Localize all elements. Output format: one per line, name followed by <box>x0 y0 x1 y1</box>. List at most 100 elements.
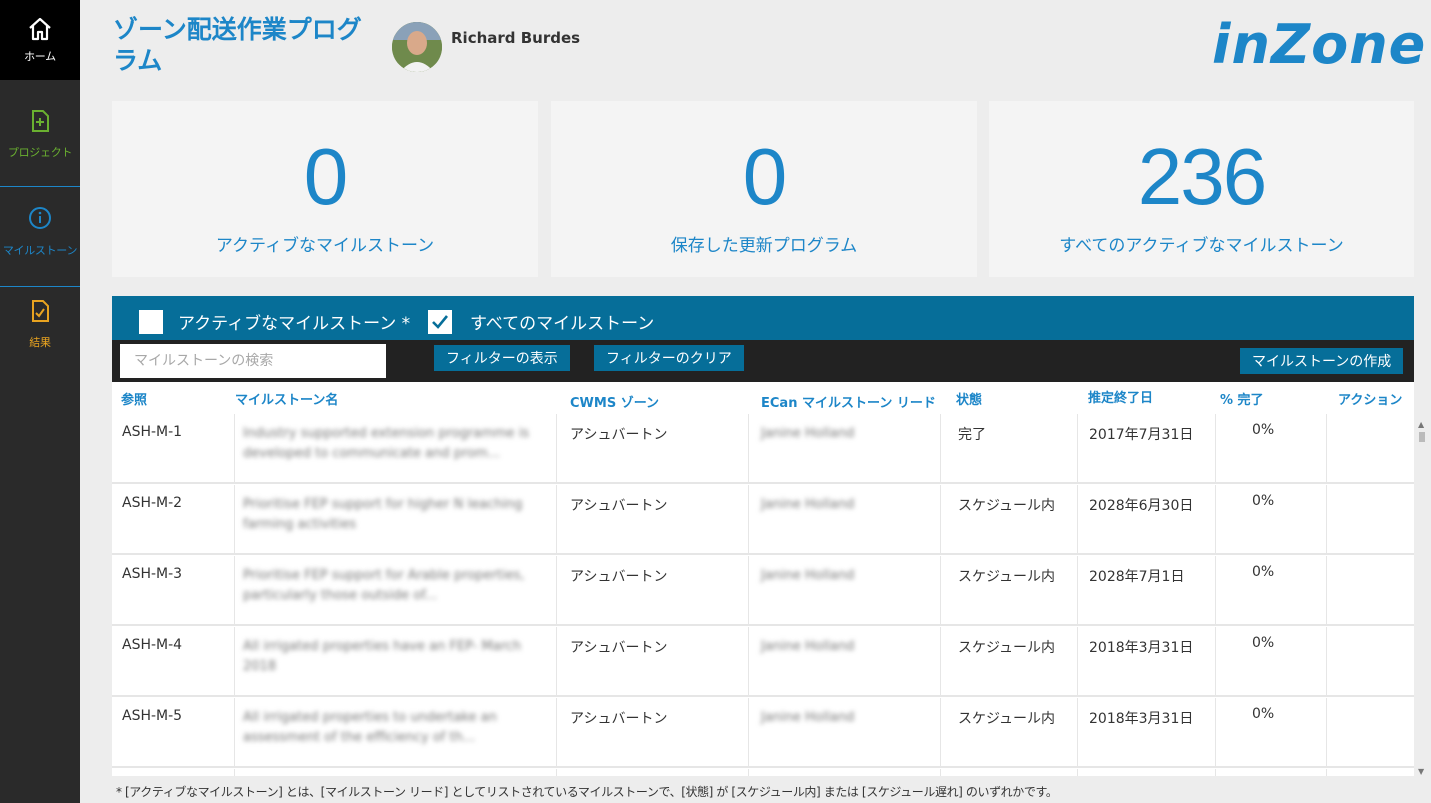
page-title: ゾーン配送作業プログラム <box>113 15 362 75</box>
nav-home-label: ホーム <box>24 50 56 63</box>
milestone-table: ASH-M-1 Industry supported extension pro… <box>112 414 1414 776</box>
cell-percent: 0% <box>1215 556 1326 624</box>
cell-ref: ASH-M-4 <box>122 637 183 653</box>
cell-end-date: 2028年7月1日 <box>1077 556 1215 624</box>
nav-milestone[interactable]: マイルストーン <box>0 188 80 284</box>
scroll-up-arrow-icon[interactable]: ▲ <box>1418 420 1424 429</box>
nav-result[interactable]: 結果 <box>0 288 80 384</box>
col-end-date[interactable]: 推定終了日 <box>1088 387 1153 406</box>
clear-filters-button[interactable]: フィルターのクリア <box>594 345 744 371</box>
cell-end-date: 2018年3月31日 <box>1077 627 1215 695</box>
nav-project-label: プロジェクト <box>7 146 73 159</box>
nav-divider <box>0 186 80 187</box>
table-row[interactable]: ASH-M-5 All irrigated properties to unde… <box>112 698 1414 768</box>
home-icon <box>29 17 51 41</box>
col-actions[interactable]: アクション <box>1338 389 1402 408</box>
col-ref[interactable]: 参照 <box>121 389 147 408</box>
table-row[interactable]: ASH-M-4 All irrigated properties have an… <box>112 627 1414 697</box>
inzone-logo: inZone <box>1212 13 1427 76</box>
all-milestones-label: すべてのマイルストーン <box>470 314 655 334</box>
table-row[interactable]: ASH-M-3 Prioritise FEP support for Arabl… <box>112 556 1414 626</box>
cell-end-date <box>1077 769 1215 776</box>
cell-lead: Janine Holland <box>761 497 855 512</box>
col-ecan-lead[interactable]: ECan マイルストーン リード <box>761 392 936 411</box>
table-row[interactable]: ASH-M-1 Industry supported extension pro… <box>112 414 1414 484</box>
cell-status <box>940 769 1077 776</box>
nav-divider <box>0 286 80 287</box>
cell-zone: アシュバートン <box>556 627 748 695</box>
footnote: * [アクティブなマイルストーン] とは、[マイルストーン リード] としてリス… <box>116 785 1058 799</box>
col-percent-complete[interactable]: % 完了 <box>1220 389 1264 408</box>
cell-actions <box>1326 769 1414 776</box>
avatar[interactable] <box>392 22 442 72</box>
all-milestones-checkbox[interactable] <box>428 310 452 334</box>
stat-all-active-milestones[interactable]: 236 すべてのアクティブなマイルストーン <box>989 101 1414 277</box>
table-scrollbar[interactable]: ▲ ▼ <box>1416 414 1428 776</box>
cell-lead: Janine Holland <box>761 426 855 441</box>
cell-milestone-name: Prioritise FEP support for higher N leac… <box>243 497 523 532</box>
cell-zone: アシュバートン <box>556 485 748 553</box>
cell-zone: アシュバートン <box>556 698 748 766</box>
col-milestone-name[interactable]: マイルストーン名 <box>235 389 338 408</box>
cell-milestone-name: Prioritise FEP support for Arable proper… <box>243 568 525 603</box>
cell-actions[interactable] <box>1326 627 1414 695</box>
cell-percent: 0% <box>1215 414 1326 482</box>
table-row[interactable]: ASH-M-2 Prioritise FEP support for highe… <box>112 485 1414 555</box>
col-status[interactable]: 状態 <box>956 389 982 408</box>
cell-percent: 0% <box>1215 627 1326 695</box>
nav-project[interactable]: プロジェクト <box>0 92 80 188</box>
cell-actions[interactable] <box>1326 698 1414 766</box>
scroll-thumb[interactable] <box>1419 432 1425 442</box>
stat-active-milestones[interactable]: 0 アクティブなマイルストーン <box>112 101 538 277</box>
cell-ref: ASH-M-1 <box>122 424 183 440</box>
cell-end-date: 2028年6月30日 <box>1077 485 1215 553</box>
user-photo <box>392 22 442 72</box>
add-file-icon <box>32 110 49 132</box>
checked-file-icon <box>32 300 49 322</box>
cell-ref: ASH-M-3 <box>122 566 183 582</box>
cell-actions[interactable] <box>1326 556 1414 624</box>
cell-milestone-name: Industry supported extension programme i… <box>243 426 530 461</box>
cell-zone: アシュバートン <box>556 414 748 482</box>
cell-lead: Janine Holland <box>761 639 855 654</box>
col-cwms-zone[interactable]: CWMS ゾーン <box>570 392 659 411</box>
table-header: 参照 マイルストーン名 CWMS ゾーン ECan マイルストーン リード 状態… <box>112 382 1414 414</box>
stat-label: アクティブなマイルストーン <box>215 236 435 256</box>
milestone-search-input[interactable] <box>120 344 386 378</box>
cell-zone <box>556 769 748 776</box>
active-milestones-checkbox[interactable] <box>139 310 163 334</box>
nav-result-label: 結果 <box>29 336 51 349</box>
cell-ref: ASH-M-2 <box>122 495 183 511</box>
cell-status: スケジュール内 <box>940 627 1077 695</box>
cell-actions[interactable] <box>1326 485 1414 553</box>
scroll-down-arrow-icon[interactable]: ▼ <box>1418 767 1424 776</box>
cell-percent <box>1215 769 1326 776</box>
cell-status: スケジュール内 <box>940 556 1077 624</box>
cell-status: スケジュール内 <box>940 485 1077 553</box>
cell-percent: 0% <box>1215 485 1326 553</box>
create-milestone-button[interactable]: マイルストーンの作成 <box>1240 348 1404 374</box>
stat-value: 0 <box>742 132 788 221</box>
cell-lead <box>748 769 940 776</box>
show-filters-button[interactable]: フィルターの表示 <box>434 345 570 371</box>
cell-zone: アシュバートン <box>556 556 748 624</box>
nav-home[interactable]: ホーム <box>0 0 80 80</box>
cell-milestone-name <box>234 769 556 776</box>
stat-label: 保存した更新プログラム <box>670 236 858 256</box>
milestone-filter-bar: アクティブなマイルストーン * すべてのマイルストーン <box>112 296 1414 340</box>
sidebar: ホーム プロジェクト マイルストーン 結果 <box>0 0 80 803</box>
nav-milestone-label: マイルストーン <box>2 244 78 257</box>
user-name: Richard Burdes <box>451 29 581 47</box>
active-milestones-label: アクティブなマイルストーン * <box>178 314 411 334</box>
checkmark-icon <box>432 315 449 329</box>
cell-percent: 0% <box>1215 698 1326 766</box>
stat-saved-updates[interactable]: 0 保存した更新プログラム <box>551 101 977 277</box>
cell-status: スケジュール内 <box>940 698 1077 766</box>
stat-value: 236 <box>1137 132 1267 221</box>
cell-actions[interactable] <box>1326 414 1414 482</box>
cell-end-date: 2018年3月31日 <box>1077 698 1215 766</box>
cell-lead: Janine Holland <box>761 568 855 583</box>
table-row[interactable] <box>112 769 1414 776</box>
cell-milestone-name: All irrigated properties have an FEP- Ma… <box>243 639 522 674</box>
cell-status: 完了 <box>940 414 1077 482</box>
